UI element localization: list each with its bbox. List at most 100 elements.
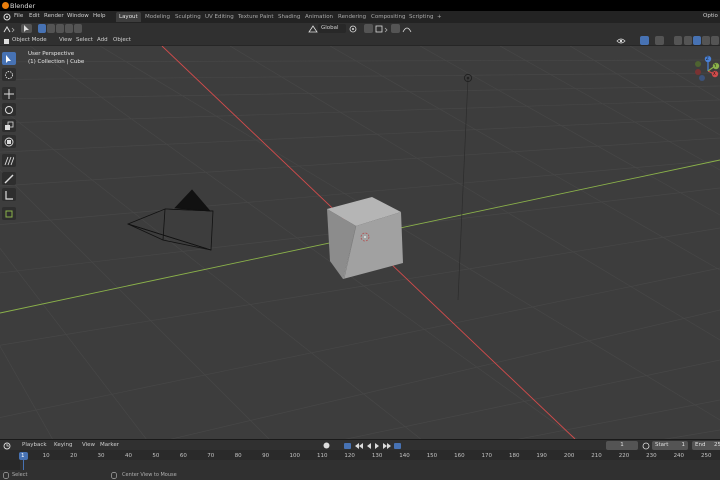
menu-marker[interactable]: Marker [100,442,119,448]
menu-edit[interactable]: Edit [29,13,40,19]
record-icon[interactable] [323,442,330,449]
menu-playback[interactable]: Playback [22,442,47,448]
orientation-dropdown[interactable]: Global [318,24,346,33]
tab-scripting[interactable]: Scripting [406,12,436,22]
move-icon [4,89,14,99]
viewport-scene [0,46,720,439]
timeline-header: Playback Keying View Marker 1 Start 1 En… [0,439,720,450]
select-extend-button[interactable] [47,24,55,33]
xray-toggle[interactable] [674,36,682,45]
frame-tick-label: 10 [42,453,50,459]
menu-keying[interactable]: Keying [54,442,72,448]
snap-target-icon[interactable] [375,25,389,33]
menu-object[interactable]: Object [113,37,131,43]
frame-tick-label: 240 [673,453,685,459]
tool-transform[interactable] [2,135,16,148]
tool-measure[interactable] [2,172,16,185]
mouse-middle-icon [111,472,117,479]
ruler-icon [5,191,13,200]
view-header: Object Mode View Select Add Object [0,35,720,46]
gizmo-toggle[interactable] [640,36,649,45]
tool-annotate[interactable] [2,154,16,167]
select-invert-button[interactable] [65,24,73,33]
snap-toggle[interactable] [364,24,373,33]
visibility-icon[interactable] [616,37,630,45]
tool-rotate[interactable] [2,103,16,116]
menu-render[interactable]: Render [44,13,64,19]
gizmo-z-label: Z [706,56,709,61]
select-tool-button[interactable] [21,24,32,33]
clock-icon[interactable] [642,442,650,450]
frame-tick-label: 220 [618,453,630,459]
add-workspace-button[interactable]: + [434,12,445,22]
blender-menu-icon[interactable] [2,13,11,21]
tab-rendering[interactable]: Rendering [335,12,369,22]
current-frame-field[interactable]: 1 [606,441,638,450]
frame-tick-label: 230 [646,453,657,459]
material-shading-button[interactable] [702,36,710,45]
frame-tick-label: 30 [97,453,105,459]
tab-texture-paint[interactable]: Texture Paint [235,12,277,22]
cube-object[interactable] [327,197,403,280]
status-center-view-hint: Center View to Mouse [122,472,177,478]
menu-select[interactable]: Select [76,37,93,43]
editor-type-icon[interactable] [3,25,15,33]
frame-tick-label: 110 [316,453,328,459]
timeline-editor-icon[interactable] [3,442,12,450]
select-intersect-button[interactable] [74,24,82,33]
tab-animation[interactable]: Animation [302,12,336,22]
tab-sculpting[interactable]: Sculpting [172,12,204,22]
title-bar: Blender [0,0,720,11]
cursor-icon [24,25,29,32]
tab-shading[interactable]: Shading [275,12,303,22]
menu-help[interactable]: Help [93,13,106,19]
menu-window[interactable]: Window [67,13,89,19]
tool-ruler[interactable] [2,188,16,201]
menu-add[interactable]: Add [97,37,108,43]
solid-shading-button[interactable] [693,36,701,45]
top-bar: File Edit Render Window Help Layout Mode… [0,11,720,23]
tab-layout[interactable]: Layout [116,12,141,22]
menu-timeline-view[interactable]: View [82,442,95,448]
tab-modeling[interactable]: Modeling [142,12,173,22]
falloff-icon[interactable] [402,25,412,33]
menu-view[interactable]: View [59,37,72,43]
menu-file[interactable]: File [14,13,23,19]
frame-tick-label: 140 [399,453,410,459]
tool-add-cube[interactable] [2,207,16,220]
select-new-button[interactable] [38,24,46,33]
navigation-gizmo[interactable]: X Y Z [690,54,720,84]
tool-cursor[interactable] [2,68,16,81]
pivot-point-icon[interactable] [348,25,358,33]
frame-tick-label: 120 [344,453,355,459]
rendered-shading-button[interactable] [711,36,719,45]
end-frame-label: End [695,442,706,448]
tool-select-box[interactable] [2,52,16,65]
mode-dropdown[interactable]: Object Mode [12,37,47,43]
timeline-ruler[interactable]: 1 10 20 30 40 50 60 70 80 90 100 110 120 130 140 150 160… [0,450,720,470]
scale-icon [5,121,14,130]
proportional-editing-toggle[interactable] [391,24,400,33]
tab-uv-editing[interactable]: UV Editing [202,12,237,22]
frame-tick-label: 170 [481,453,493,459]
end-frame-field[interactable]: End 25 [692,441,720,450]
tool-move[interactable] [2,87,16,100]
add-cube-icon [5,210,13,218]
frame-tick-label: 150 [426,453,438,459]
select-cursor-icon [6,55,11,63]
tool-scale[interactable] [2,119,16,132]
frame-tick-label: 60 [179,453,187,459]
options-label[interactable]: Optio [703,13,718,19]
camera-object[interactable] [126,189,214,251]
tab-compositing[interactable]: Compositing [368,12,408,22]
3d-viewport[interactable]: User Perspective (1) Collection | Cube X… [0,46,720,439]
select-subtract-button[interactable] [56,24,64,33]
playback-controls-icon[interactable] [343,442,403,450]
wireframe-shading-button[interactable] [684,36,692,45]
frame-tick-label: 190 [536,453,547,459]
overlay-toggle[interactable] [655,36,664,45]
frame-tick-label: 80 [234,453,242,459]
blender-logo-icon [2,2,9,9]
start-frame-field[interactable]: Start 1 [652,441,688,450]
mouse-left-icon [3,472,9,479]
